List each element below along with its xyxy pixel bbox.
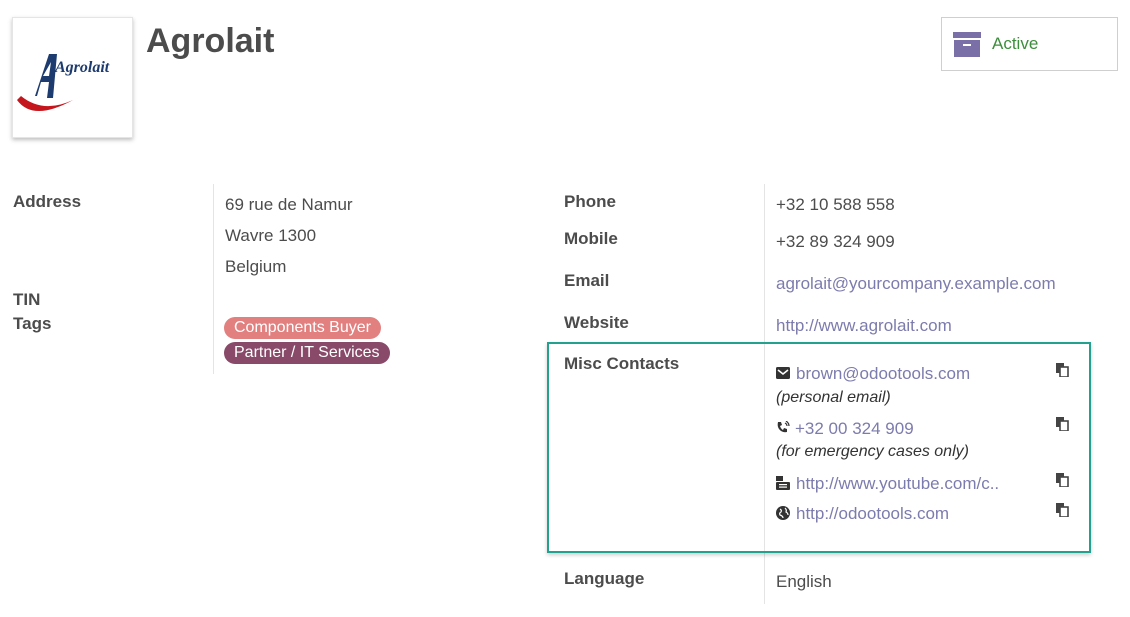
active-label: Active — [992, 34, 1039, 53]
youtube-icon — [776, 476, 790, 490]
phone-volume-icon — [777, 421, 790, 433]
address-label: Address — [13, 192, 82, 211]
globe-icon — [776, 506, 790, 520]
partner-form: Agrolait Agrolait Active Address 69 rue … — [0, 0, 1130, 617]
website-label: Website — [564, 313, 629, 332]
misc-website-link[interactable]: http://odootools.com — [796, 504, 949, 524]
tag-components-buyer[interactable]: Components Buyer — [224, 317, 381, 339]
partner-name[interactable]: Agrolait — [146, 22, 274, 61]
phone-label: Phone — [564, 192, 616, 211]
active-toggle-button[interactable]: Active — [941, 17, 1118, 71]
address-line-street[interactable]: 69 rue de Namur — [225, 195, 353, 215]
copy-icon[interactable] — [1056, 417, 1069, 431]
archive-icon — [953, 32, 981, 57]
misc-email-link[interactable]: brown@odootools.com — [796, 364, 970, 384]
address-line-city[interactable]: Wavre 1300 — [225, 226, 316, 246]
misc-youtube-link[interactable]: http://www.youtube.com/c.. — [796, 474, 999, 494]
website-link[interactable]: http://www.agrolait.com — [776, 316, 952, 336]
logo-wordmark: Agrolait — [54, 59, 110, 76]
misc-contacts-label: Misc Contacts — [564, 354, 680, 373]
misc-phone-note: (for emergency cases only) — [776, 443, 969, 460]
tin-label: TIN — [13, 290, 41, 309]
agrolait-logo-image: Agrolait — [17, 54, 110, 111]
email-label: Email — [564, 271, 610, 290]
misc-phone-link[interactable]: +32 00 324 909 — [795, 419, 914, 439]
address-line-country[interactable]: Belgium — [225, 257, 286, 277]
mobile-value[interactable]: +32 89 324 909 — [776, 232, 895, 252]
phone-value[interactable]: +32 10 588 558 — [776, 195, 895, 215]
misc-email-note: (personal email) — [776, 389, 891, 406]
language-label: Language — [564, 569, 645, 588]
partner-logo[interactable]: Agrolait — [12, 17, 133, 138]
copy-icon[interactable] — [1056, 363, 1069, 377]
left-column-divider — [213, 184, 214, 374]
tag-partner-it-services[interactable]: Partner / IT Services — [224, 342, 390, 364]
mobile-label: Mobile — [564, 229, 618, 248]
envelope-icon — [776, 367, 790, 379]
copy-icon[interactable] — [1056, 473, 1069, 487]
email-link[interactable]: agrolait@yourcompany.example.com — [776, 274, 1056, 294]
copy-icon[interactable] — [1056, 503, 1069, 517]
language-value[interactable]: English — [776, 572, 832, 592]
tags-label: Tags — [13, 314, 52, 333]
